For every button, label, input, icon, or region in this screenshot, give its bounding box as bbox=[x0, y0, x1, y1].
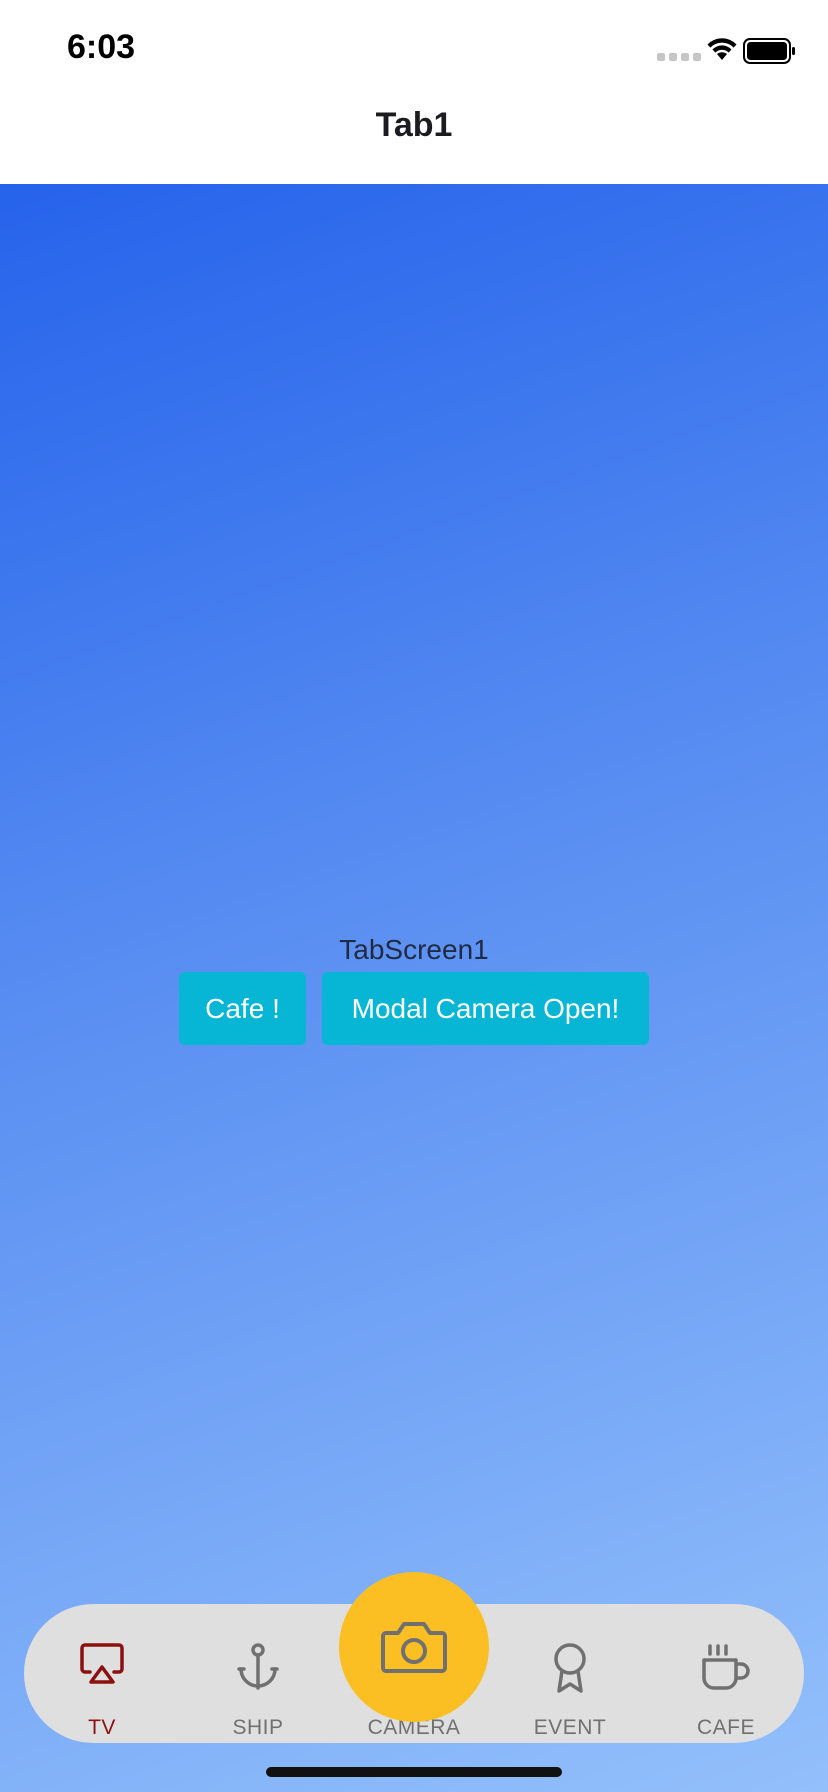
home-indicator bbox=[266, 1767, 562, 1777]
coffee-icon bbox=[702, 1644, 750, 1690]
camera-icon bbox=[381, 1622, 447, 1673]
tab-screen-content: TabScreen1 Cafe ! Modal Camera Open! bbox=[0, 184, 828, 1792]
tab-tv[interactable]: TV bbox=[24, 1604, 180, 1743]
tab-label: TV bbox=[88, 1716, 116, 1739]
battery-icon bbox=[743, 38, 795, 64]
tab-event[interactable]: EVENT bbox=[492, 1604, 648, 1743]
navigation-bar: Tab1 bbox=[0, 96, 828, 184]
airplay-icon bbox=[80, 1643, 124, 1684]
wifi-icon bbox=[707, 38, 737, 60]
tab-label: EVENT bbox=[533, 1716, 607, 1739]
tab-label: CAFE bbox=[696, 1716, 755, 1739]
status-bar: 6:03 bbox=[0, 0, 828, 96]
cellular-signal-icon bbox=[657, 53, 701, 61]
screen-label: TabScreen1 bbox=[339, 934, 489, 965]
tab-label: SHIP bbox=[232, 1716, 284, 1739]
tab-ship[interactable]: SHIP bbox=[180, 1604, 336, 1743]
status-time: 6:03 bbox=[67, 28, 136, 66]
cafe-button[interactable]: Cafe ! bbox=[179, 972, 306, 1045]
camera-fab-button[interactable] bbox=[339, 1572, 489, 1722]
anchor-icon bbox=[237, 1643, 279, 1690]
modal-camera-open-button[interactable]: Modal Camera Open! bbox=[322, 972, 649, 1045]
page-title: Tab1 bbox=[375, 105, 453, 144]
award-icon bbox=[554, 1643, 586, 1693]
tab-cafe[interactable]: CAFE bbox=[648, 1604, 804, 1743]
